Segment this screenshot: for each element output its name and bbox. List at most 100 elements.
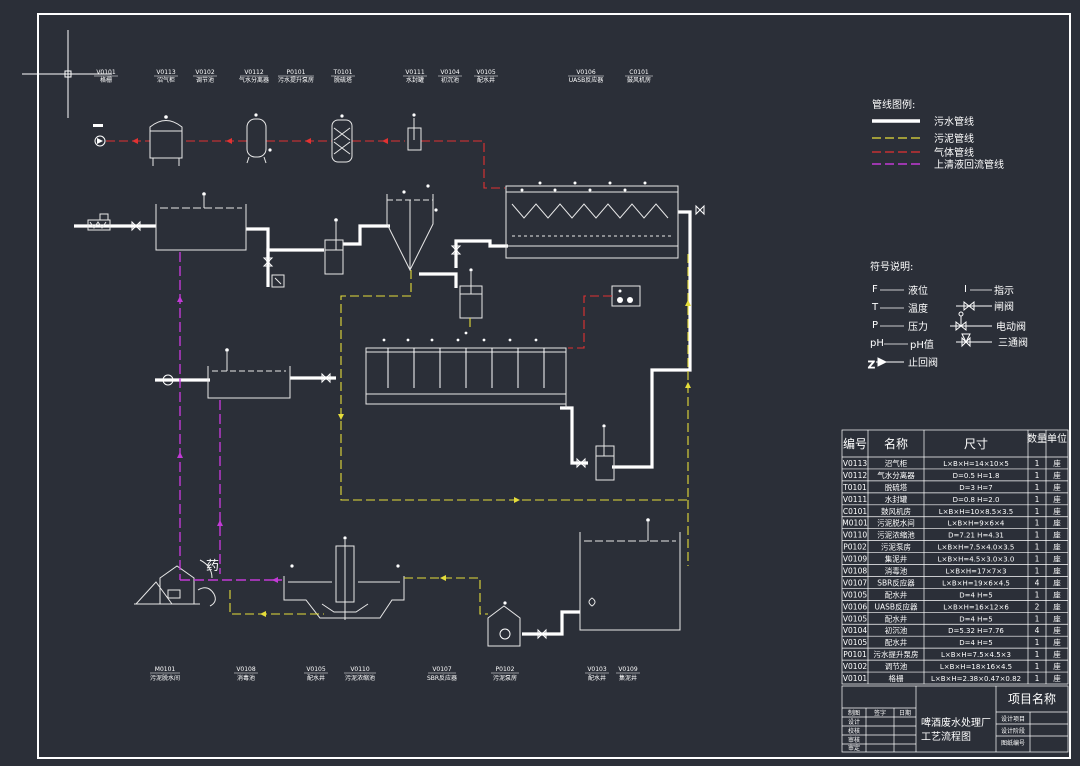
svg-text:V0113: V0113 (156, 69, 176, 76)
pipeline-legend: 管线图例: 污水管线 污泥管线 气体管线 上清液回流管线 (872, 98, 1004, 171)
svg-text:项目名称: 项目名称 (1008, 691, 1056, 706)
electric-valve-symbol-icon (950, 311, 992, 332)
svg-text:V0108: V0108 (236, 666, 256, 673)
svg-text:设计项目: 设计项目 (1001, 715, 1025, 723)
table-cell: L×B×H=4.5×3.0×3.0 (938, 556, 1015, 564)
table-cell: 污泥浓缩池 (877, 530, 915, 540)
table-cell: 配水井 (885, 637, 908, 647)
table-cell: 1 (1035, 483, 1040, 492)
gas-water-separator-icon (246, 113, 272, 164)
svg-text:管线图例:: 管线图例: (872, 98, 915, 111)
svg-text:V0112: V0112 (244, 69, 264, 76)
table-cell: 1 (1035, 507, 1040, 516)
svg-text:污水管线: 污水管线 (934, 115, 974, 128)
svg-text:气体管线: 气体管线 (934, 146, 974, 159)
table-cell: V0101 (843, 674, 867, 683)
primary-clarifier (386, 184, 438, 272)
svg-text:M0101: M0101 (155, 666, 176, 673)
table-cell: 座 (1053, 649, 1061, 659)
svg-text:V0104: V0104 (440, 69, 460, 76)
svg-text:V0111: V0111 (405, 69, 425, 76)
table-cell: D=3 H=7 (959, 484, 993, 492)
svg-text:集泥井: 集泥井 (619, 674, 637, 682)
svg-text:符号说明:: 符号说明: (870, 260, 913, 273)
table-cell: 座 (1053, 482, 1061, 492)
gas-pipeline-top (93, 113, 505, 189)
table-cell: 脱硫塔 (885, 482, 908, 492)
table-cell: P0101 (843, 650, 867, 659)
table-cell: 1 (1035, 638, 1040, 647)
table-cell: L×B×H=7.5×4.5×3 (941, 651, 1011, 659)
table-cell: 座 (1053, 625, 1061, 635)
svg-text:污泥浓缩池: 污泥浓缩池 (345, 674, 375, 682)
distribution-well-2 (459, 268, 483, 319)
effluent-line (522, 610, 580, 636)
table-cell: 初沉池 (885, 625, 908, 635)
table-cell: 座 (1053, 542, 1061, 552)
table-cell: V0113 (843, 459, 867, 468)
svg-text:F: F (872, 284, 878, 295)
svg-text:V0107: V0107 (432, 666, 452, 673)
svg-text:pH: pH (870, 338, 884, 349)
table-cell: 座 (1053, 458, 1061, 468)
table-cell: V0107 (843, 578, 867, 587)
svg-text:T: T (871, 302, 879, 313)
table-cell: V0106 (843, 602, 867, 611)
svg-text:Z: Z (868, 360, 875, 371)
table-cell: 4 (1035, 578, 1040, 587)
table-cell: 污水提升泵房 (874, 649, 919, 659)
table-cell: M0101 (842, 519, 868, 528)
table-cell: 座 (1053, 589, 1061, 599)
svg-text:制图: 制图 (848, 709, 860, 717)
svg-text:编号: 编号 (843, 436, 867, 451)
table-cell: 格栅 (889, 673, 904, 683)
table-cell: D=4 H=5 (959, 591, 993, 599)
svg-text:止回阀: 止回阀 (908, 356, 938, 369)
svg-text:审定: 审定 (848, 744, 860, 752)
svg-text:V0105: V0105 (476, 69, 496, 76)
label-v0106: V0106UASB反应器 (568, 69, 604, 84)
table-cell: T0101 (842, 483, 867, 492)
svg-text:水封罐: 水封罐 (406, 76, 424, 84)
table-cell: 1 (1035, 543, 1040, 552)
svg-text:签字: 签字 (874, 709, 886, 717)
svg-text:V0101: V0101 (96, 69, 116, 76)
uasb-reactor (505, 181, 679, 259)
svg-text:啤酒废水处理厂: 啤酒废水处理厂 (921, 716, 991, 729)
table-cell: 座 (1053, 613, 1061, 623)
svg-text:污泥泵房: 污泥泵房 (493, 674, 517, 682)
return-pipeline (177, 252, 282, 583)
table-cell: C0101 (843, 507, 868, 516)
gas-holder-icon (149, 115, 183, 166)
svg-text:P0102: P0102 (496, 666, 515, 673)
process-flow-diagram: V0101格栅 V0113沼气柜 V0102调节池 V0112气水分离器 P01… (22, 13, 1071, 759)
table-cell: V0102 (843, 662, 867, 671)
table-cell: L×B×H=18×16×4.5 (940, 663, 1012, 671)
svg-text:pH值: pH值 (910, 338, 934, 351)
table-cell: 2 (1035, 602, 1040, 611)
table-cell: 气水分离器 (877, 470, 915, 480)
svg-text:T0101: T0101 (333, 69, 353, 76)
svg-text:UASB反应器: UASB反应器 (569, 76, 603, 84)
sewage-pipeline (74, 204, 705, 469)
lift-pump-well (271, 274, 285, 288)
table-cell: 污泥泵房 (881, 542, 911, 552)
table-cell: 座 (1053, 470, 1061, 480)
svg-text:调节池: 调节池 (196, 76, 214, 84)
svg-text:气水分离器: 气水分离器 (239, 76, 269, 84)
blower-house (568, 285, 641, 349)
bottom-labels: M0101污泥脱水间 V0108消毒池 V0105配水井 V0110污泥浓缩池 … (150, 666, 640, 682)
table-cell: 调节池 (885, 661, 908, 671)
water-seal-tank-icon (407, 113, 422, 151)
svg-text:配水井: 配水井 (307, 674, 325, 682)
svg-text:单位: 单位 (1047, 432, 1067, 445)
svg-text:配水井: 配水井 (588, 674, 606, 682)
table-cell: 座 (1053, 530, 1061, 540)
table-cell: 4 (1035, 626, 1040, 635)
table-cell: V0108 (843, 566, 867, 575)
svg-text:名称: 名称 (884, 436, 908, 451)
table-cell: 1 (1035, 674, 1040, 683)
svg-text:P0101: P0101 (287, 69, 306, 76)
table-cell: 座 (1053, 637, 1061, 647)
table-cell: D=7.21 H=4.31 (948, 532, 1004, 540)
